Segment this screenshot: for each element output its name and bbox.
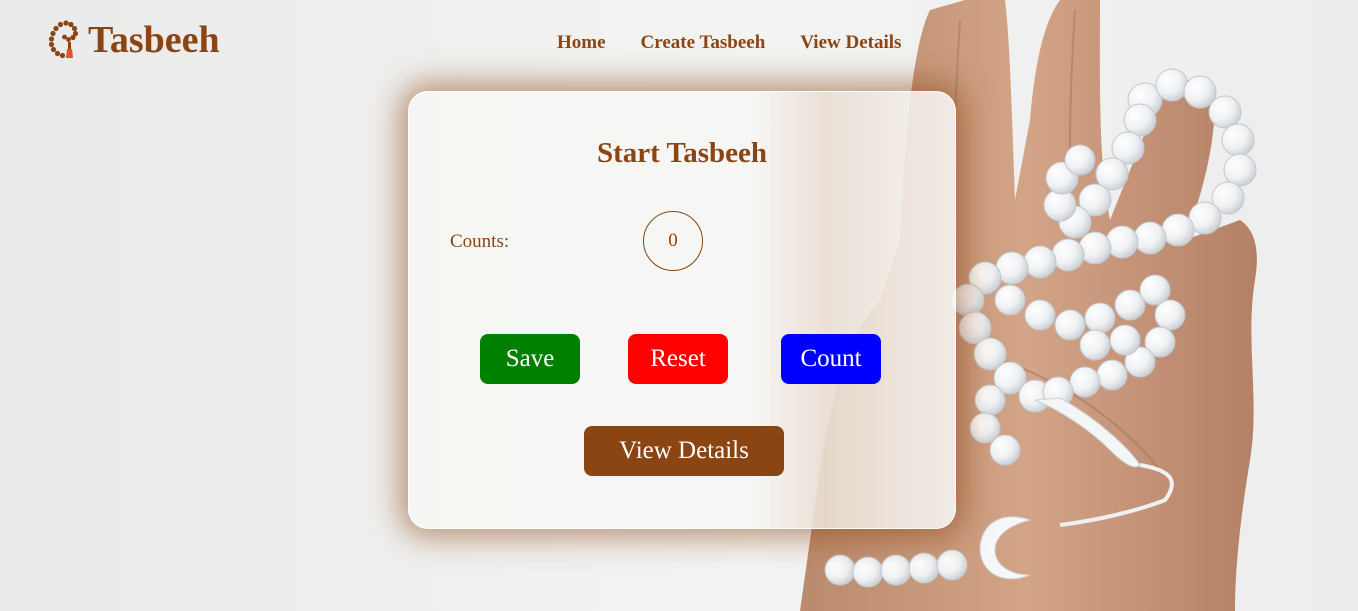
counts-label: Counts: [450,231,510,252]
count-value: 0 [668,230,678,251]
count-button[interactable]: Count [781,334,881,384]
reset-button[interactable]: Reset [628,334,728,384]
view-details-button[interactable]: View Details [584,426,784,476]
tasbeeh-card: Start Tasbeeh Counts: 0 Save Reset Count… [408,91,956,529]
nav-create-tasbeeh[interactable]: Create Tasbeeh [641,30,766,56]
save-button[interactable]: Save [480,334,580,384]
count-display: 0 [643,211,703,271]
brand-name: Tasbeeh [88,19,220,61]
top-nav: Home Create Tasbeeh View Details [557,30,936,56]
brand[interactable]: Tasbeeh [46,18,220,62]
nav-view-details[interactable]: View Details [800,30,901,56]
prayer-beads-icon [48,20,79,59]
card-title: Start Tasbeeh [596,137,767,169]
nav-home[interactable]: Home [557,30,606,56]
